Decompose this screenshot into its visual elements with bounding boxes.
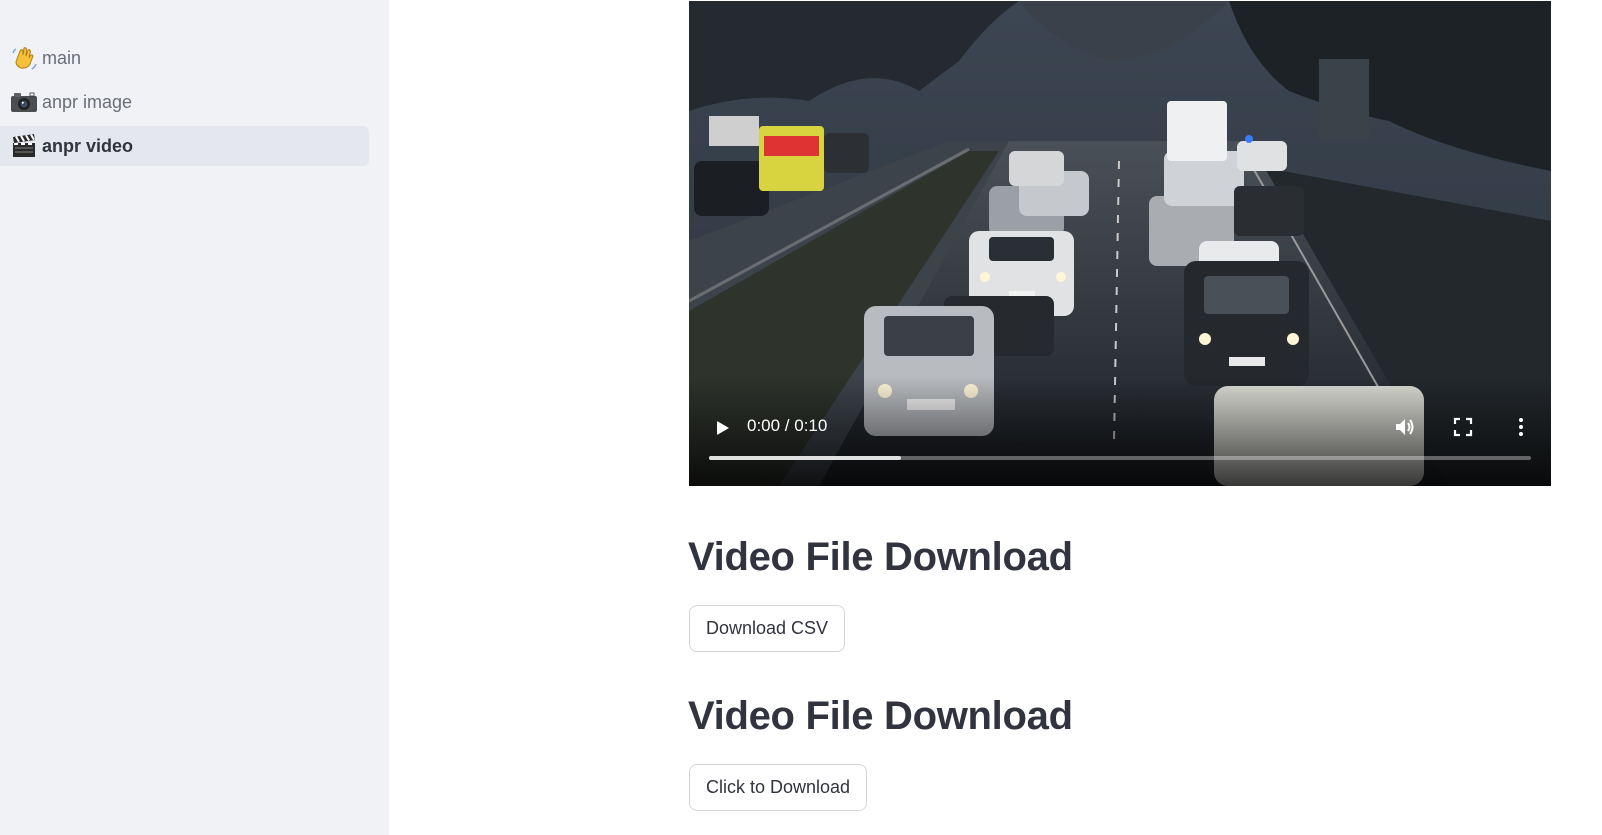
volume-icon (1396, 419, 1414, 435)
play-button[interactable] (711, 417, 733, 439)
download-csv-button[interactable]: Download CSV (689, 605, 846, 652)
sidebar-item-label: anpr video (42, 135, 134, 156)
section-title: Video File Download (688, 535, 1073, 579)
video-player[interactable]: 0:00 / 0:10 (689, 1, 1551, 486)
more-vertical-icon (1519, 418, 1523, 436)
sidebar-nav: main anpr image anpr video (0, 38, 369, 170)
camera-icon (10, 88, 38, 116)
time-display: 0:00 / 0:10 (747, 416, 828, 435)
sidebar-item-label: main (42, 47, 82, 68)
section-title: Video File Download (688, 694, 1073, 738)
video-progress-bar[interactable] (709, 456, 1531, 460)
sidebar-item-main[interactable]: main (0, 38, 369, 78)
volume-button[interactable] (1393, 415, 1417, 439)
click-to-download-button[interactable]: Click to Download (689, 764, 868, 811)
sidebar: main anpr image anpr video (0, 0, 389, 835)
main-content: 0:00 / 0:10 Video File Download Download… (389, 0, 1602, 835)
video-progress-fill (709, 456, 901, 460)
sidebar-item-label: anpr image (42, 91, 133, 112)
more-options-button[interactable] (1515, 415, 1527, 439)
waving-hand-icon (10, 44, 38, 72)
clapper-board-icon (10, 132, 38, 160)
sidebar-item-anpr-image[interactable]: anpr image (0, 82, 369, 122)
sidebar-item-anpr-video[interactable]: anpr video (0, 126, 369, 166)
fullscreen-icon (1453, 417, 1473, 437)
play-icon (717, 421, 729, 435)
fullscreen-button[interactable] (1453, 417, 1473, 437)
